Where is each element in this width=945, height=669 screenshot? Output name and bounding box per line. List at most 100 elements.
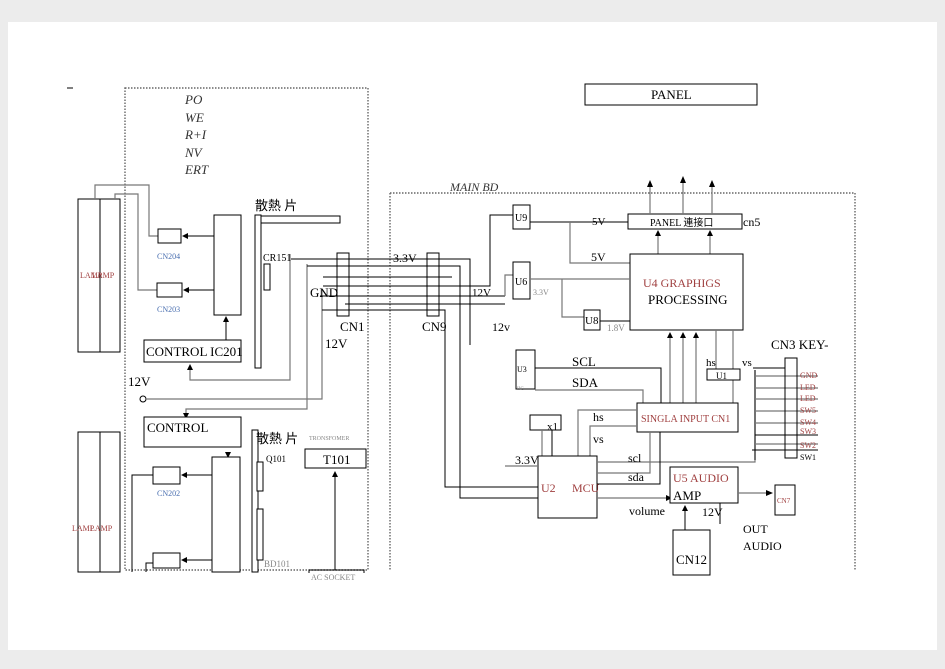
heatsink-1-fin bbox=[260, 215, 341, 224]
mcu-label: MCU bbox=[572, 481, 600, 495]
bd101-label: BD101 bbox=[264, 559, 290, 569]
inverter-block-2 bbox=[211, 456, 241, 573]
cn3-pins: GND LED LED SW5 SW4 SW3 SW2 SW1 bbox=[800, 371, 818, 462]
u3-label: U3 bbox=[517, 365, 527, 374]
amp-label: AMP bbox=[673, 488, 701, 503]
wire bbox=[577, 409, 637, 456]
cn3-pin: GND bbox=[800, 371, 818, 380]
cn1-12v-label: 12V bbox=[325, 336, 348, 351]
arrow-icon bbox=[682, 505, 688, 511]
wire bbox=[323, 214, 513, 287]
lamp-label: LAMP bbox=[90, 524, 113, 533]
arrow-icon bbox=[647, 180, 653, 187]
wire bbox=[114, 193, 157, 291]
u4-label: U4 GRAPHIGS bbox=[643, 276, 721, 290]
main-board-title: MAIN BD bbox=[449, 180, 499, 194]
1v8-label: 1.8V bbox=[607, 323, 625, 333]
u1-label: U1 bbox=[716, 371, 727, 381]
cn202-box bbox=[152, 466, 181, 485]
wire bbox=[504, 274, 513, 296]
wire bbox=[185, 264, 308, 414]
cn7-label: CN7 bbox=[777, 497, 791, 505]
lamp-4 bbox=[99, 431, 121, 573]
scl-lower-label: scl bbox=[628, 451, 642, 465]
u2-label: U2 bbox=[541, 481, 556, 495]
v12-label: 12V bbox=[128, 374, 151, 389]
arrow-icon bbox=[181, 557, 187, 563]
u4-label-2: PROCESSING bbox=[648, 292, 727, 307]
arrow-icon bbox=[332, 471, 338, 477]
arrow-icon bbox=[680, 332, 686, 338]
power-label: PO WE R+I NV ERT bbox=[184, 92, 209, 177]
u5-label: U5 AUDIO bbox=[673, 471, 729, 485]
heatsink-label: 散熱 片 bbox=[256, 431, 298, 446]
cn203-box bbox=[156, 282, 183, 298]
cn3-pin: SW1 bbox=[800, 453, 816, 462]
wire bbox=[535, 389, 644, 403]
sda-label: SDA bbox=[572, 375, 599, 390]
cn9-connector bbox=[426, 252, 440, 317]
hs-label: hs bbox=[706, 357, 716, 369]
u6-3v3-label: 3.3V bbox=[533, 288, 549, 297]
arrow-icon bbox=[183, 287, 189, 293]
cn5-label: cn5 bbox=[743, 215, 760, 229]
heatsink-label: 散熱 片 bbox=[255, 198, 297, 213]
cn201-box bbox=[152, 552, 181, 569]
cn9-12v-label: 12V bbox=[472, 287, 491, 299]
mcu-3v3-label: 3.3V bbox=[515, 453, 539, 467]
cr151-label: CR151 bbox=[263, 253, 291, 264]
cn3-pin: SW2 bbox=[800, 441, 816, 450]
u6-label: U6 bbox=[515, 277, 527, 288]
ac-socket-label: AC SOCKET bbox=[311, 573, 355, 582]
arrow-icon bbox=[182, 233, 188, 239]
vs-label: vs bbox=[593, 432, 604, 446]
scl-label: SCL bbox=[572, 354, 596, 369]
cn3-pin: LED bbox=[800, 383, 816, 392]
control-label: CONTROL bbox=[147, 420, 208, 435]
volume-label: volume bbox=[629, 504, 665, 518]
arrow-icon bbox=[680, 176, 686, 183]
cn12-label: CN12 bbox=[676, 552, 707, 567]
u9-label: U9 bbox=[515, 213, 527, 224]
arrow-icon bbox=[766, 490, 773, 496]
lamp-3 bbox=[77, 431, 101, 573]
cn3-pin: SW3 bbox=[800, 427, 816, 436]
vs-label: vs bbox=[742, 357, 752, 369]
arrow-icon bbox=[707, 230, 713, 236]
inverter-block-1 bbox=[213, 214, 242, 316]
wire bbox=[669, 330, 734, 403]
wire bbox=[597, 432, 651, 474]
cn3-connector bbox=[784, 357, 798, 459]
arrow-icon bbox=[709, 180, 715, 187]
panel-connector-label: PANEL 連接口 bbox=[650, 216, 713, 229]
cn9-label: CN9 bbox=[422, 319, 447, 334]
cn202-label: CN202 bbox=[157, 489, 180, 498]
power-label-line: ERT bbox=[184, 162, 209, 177]
v12-terminal bbox=[139, 395, 147, 403]
transformer-label: TRONSFOMER bbox=[309, 436, 349, 442]
cn204-box bbox=[157, 228, 182, 244]
cn3-pin: SW4 bbox=[800, 418, 816, 427]
u8-label: U8 bbox=[585, 315, 599, 327]
cn3-pin: LED bbox=[800, 394, 816, 403]
arrow-icon bbox=[181, 472, 187, 478]
lamp-label: LAMP bbox=[92, 271, 115, 280]
panel-label: PANEL bbox=[651, 87, 692, 102]
control-ic201-label: CONTROL IC201 bbox=[146, 344, 243, 359]
arrow-icon bbox=[667, 332, 673, 338]
5v-label: 5V bbox=[592, 216, 606, 228]
cn3-pin: SW5 bbox=[800, 406, 816, 415]
power-label-line: R+I bbox=[184, 127, 207, 142]
cn1-connector bbox=[336, 252, 350, 317]
cn203-label: CN203 bbox=[157, 305, 180, 314]
12v-label: 12v bbox=[492, 320, 510, 334]
power-label-line: NV bbox=[184, 145, 204, 160]
cr151-part bbox=[263, 263, 271, 291]
block-diagram: PO WE R+I NV ERT LAMP LAMP LAMP LAMP CN2… bbox=[67, 83, 856, 582]
gnd-label: GND bbox=[310, 285, 338, 300]
cn204-label: CN204 bbox=[157, 252, 180, 261]
bd101-part bbox=[256, 508, 264, 561]
out-audio-label-2: AUDIO bbox=[743, 539, 782, 553]
cn1-label: CN1 bbox=[340, 319, 365, 334]
q101-part bbox=[256, 461, 264, 492]
